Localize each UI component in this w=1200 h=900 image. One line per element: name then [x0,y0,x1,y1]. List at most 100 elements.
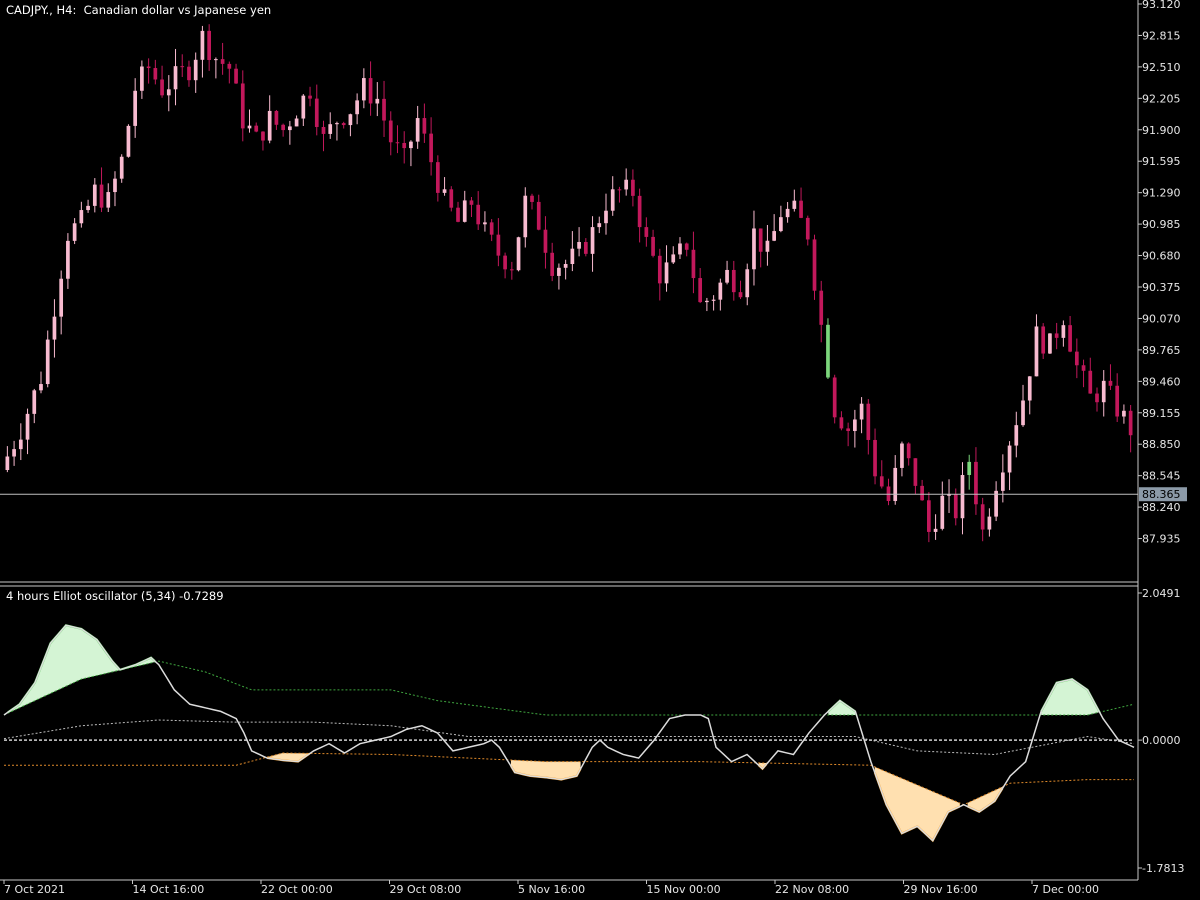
candle-body [873,439,877,477]
candle-body [126,125,131,157]
candle-body [207,30,211,61]
price-y-tick-label: 90.070 [1142,312,1181,325]
candle-body [772,231,776,241]
candle-body [893,467,898,502]
candle-body [489,222,494,235]
candle-body [247,125,252,129]
candle-body [738,292,743,298]
candle-body [1000,472,1005,491]
x-tick-label: 14 Oct 16:00 [133,883,205,896]
candle-body [314,98,319,127]
candle-body [375,98,380,104]
price-y-tick-label: 90.985 [1142,218,1181,231]
candle-body [86,205,90,211]
price-chart-title: CADJPY., H4: Canadian dollar vs Japanese… [6,3,272,17]
candle-body [301,95,306,119]
candle-body [261,131,265,141]
candle-body [456,207,460,222]
price-y-tick-label: 90.375 [1142,281,1181,294]
candle-body [92,184,97,206]
candle-body [32,390,37,414]
candle-body [698,278,703,303]
candle-body [1068,325,1072,352]
candle-body [637,195,642,228]
candle-body [664,262,669,284]
osc-y-tick-label: 0.0000 [1142,734,1181,747]
candle-body [409,141,413,149]
price-y-tick-label: 89.765 [1142,344,1181,357]
candle-body [967,461,972,475]
candle-body [1054,333,1059,338]
candle-body [617,189,622,191]
price-y-tick-label: 88.240 [1142,501,1181,514]
candle-body [402,142,407,149]
candle-body [718,282,723,300]
candle-body [12,449,16,457]
candle-body [805,217,810,240]
candle-body [920,485,924,501]
oscillator-title: 4 hours Elliot oscillator (5,34) -0.7289 [6,589,224,603]
candle-body [819,290,824,325]
oscillator-line [3,624,1135,842]
candle-body [550,252,555,276]
candle-body [193,59,198,81]
candle-body [153,68,158,80]
candle-body [422,118,427,134]
candle-body [483,222,487,225]
candle-body [927,500,931,532]
candle-body [388,120,393,143]
negative-fill [874,766,960,841]
candle-body [960,474,965,519]
candle-body [368,78,373,104]
candle-body [415,118,420,142]
candle-body [913,458,918,486]
candle-body [799,200,803,218]
candle-body [449,189,454,208]
candle-body [1061,325,1066,338]
candle-body [974,461,978,505]
candle-body [294,118,299,127]
candle-body [1021,400,1025,426]
price-y-tick-label: 92.205 [1142,92,1181,105]
candle-body [348,114,353,126]
candle-body [79,210,84,224]
candle-body [523,195,528,238]
candle-body [1041,326,1046,354]
candle-body [1048,333,1052,354]
candle-body [684,243,689,250]
candle-body [516,237,521,271]
candle-body [234,68,238,84]
chart-canvas: 88.365 93.120 92.815 92.510 92.205 91.900 91.… [0,0,1187,896]
price-y-tick-label: 91.595 [1142,155,1181,168]
candle-body [173,66,178,90]
candle-body [308,95,312,99]
osc-y-tick-label: -1.7813 [1142,862,1184,875]
candle-body [826,324,830,378]
candle-body [1108,380,1113,386]
price-y-tick-label: 91.290 [1142,187,1181,200]
price-y-tick-label: 89.155 [1142,407,1181,420]
price-pane[interactable]: 88.365 [0,24,1187,543]
candle-body [180,66,185,68]
candle-body [113,178,117,193]
candle-body [536,201,541,230]
price-y-tick-label: 92.815 [1142,29,1181,42]
candle-body [1095,393,1099,403]
candle-body [1088,370,1093,394]
oscillator-pane[interactable] [3,624,1135,843]
candle-body [1122,410,1126,417]
candle-body [341,123,346,126]
x-tick-label: 22 Oct 00:00 [261,883,333,896]
candle-body [765,240,770,252]
candle-body [644,227,649,237]
price-y-tick-label: 87.935 [1142,533,1181,546]
candle-body [604,210,608,224]
candle-body [25,413,30,440]
candle-body [133,90,138,126]
candle-body [725,269,729,283]
price-y-tick-label: 88.545 [1142,470,1181,483]
candle-body [146,66,151,69]
candle-body [563,264,568,268]
candle-body [705,300,709,303]
candle-body [328,124,333,134]
